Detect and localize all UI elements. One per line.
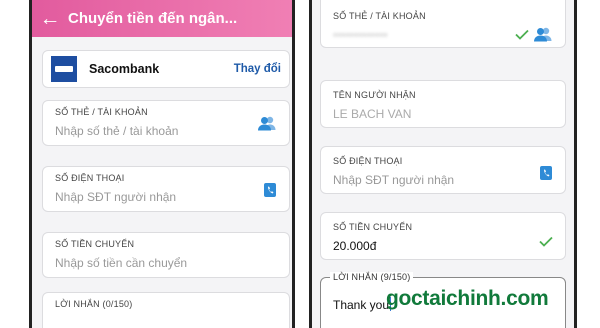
phonebook-icon[interactable] [539, 165, 553, 181]
phone-number-field[interactable]: SỐ ĐIỆN THOẠI Nhập SĐT người nhận [320, 146, 566, 194]
right-phone-screen: SỐ THẺ / TÀI KHOẢN ••••••••••••• TÊN NGƯ… [309, 0, 577, 328]
amount-label: SỐ TIỀN CHUYỂN [55, 239, 135, 249]
recipient-name-label: TÊN NGƯỜI NHẬN [333, 90, 416, 100]
arrow-left-icon[interactable]: ← [32, 0, 68, 37]
message-label: LỜI NHẮN (9/150) [330, 272, 414, 282]
message-field[interactable]: LỜI NHẮN (0/150) [42, 292, 290, 328]
sacombank-logo-icon [51, 56, 77, 82]
message-input[interactable]: Thank you [333, 297, 392, 312]
check-icon [515, 29, 529, 40]
amount-label: SỐ TIỀN CHUYỂN [333, 222, 413, 232]
account-number-label: SỐ THẺ / TÀI KHOẢN [55, 107, 148, 117]
phone-number-input[interactable]: Nhập SĐT người nhận [333, 173, 454, 187]
contacts-icon[interactable] [257, 115, 277, 131]
left-phone-screen: ← Chuyển tiền đến ngân... Sacombank Thay… [29, 0, 295, 328]
page-title: Chuyển tiền đến ngân... [68, 10, 238, 27]
amount-field[interactable]: SỐ TIỀN CHUYỂN 20.000đ [320, 212, 566, 260]
amount-value[interactable]: 20.000đ [333, 239, 376, 253]
bank-name: Sacombank [89, 62, 160, 76]
phone-number-label: SỐ ĐIỆN THOẠI [333, 156, 403, 166]
message-label: LỜI NHẮN (0/150) [55, 299, 133, 309]
recipient-name-field: TÊN NGƯỜI NHẬN LE BACH VAN [320, 80, 566, 128]
account-number-input[interactable]: Nhập số thẻ / tài khoản [55, 124, 178, 138]
contacts-icon[interactable] [533, 26, 553, 42]
amount-field[interactable]: SỐ TIỀN CHUYỂN Nhập số tiền cần chuyển [42, 232, 290, 278]
watermark: goctaichinh.com [386, 287, 549, 310]
phone-number-label: SỐ ĐIỆN THOẠI [55, 173, 125, 183]
phone-number-field[interactable]: SỐ ĐIỆN THOẠI Nhập SĐT người nhận [42, 166, 290, 212]
phone-number-input[interactable]: Nhập SĐT người nhận [55, 190, 176, 204]
screenshot-comparison: { "left_screen": { "header": { "back_ico… [0, 0, 600, 328]
bank-selector: Sacombank Thay đổi [42, 50, 290, 88]
account-number-value[interactable]: ••••••••••••• [333, 28, 388, 42]
recipient-name-value: LE BACH VAN [333, 107, 412, 121]
account-number-field[interactable]: SỐ THẺ / TÀI KHOẢN Nhập số thẻ / tài kho… [42, 100, 290, 146]
amount-input[interactable]: Nhập số tiền cần chuyển [55, 256, 187, 270]
app-header: ← Chuyển tiền đến ngân... [32, 0, 292, 37]
account-number-label: SỐ THẺ / TÀI KHOẢN [333, 11, 426, 21]
account-number-field[interactable]: SỐ THẺ / TÀI KHOẢN ••••••••••••• [320, 0, 566, 48]
message-value: Thank you [333, 298, 390, 312]
change-bank-button[interactable]: Thay đổi [234, 63, 281, 75]
check-icon [539, 236, 553, 247]
phonebook-icon[interactable] [263, 182, 277, 198]
